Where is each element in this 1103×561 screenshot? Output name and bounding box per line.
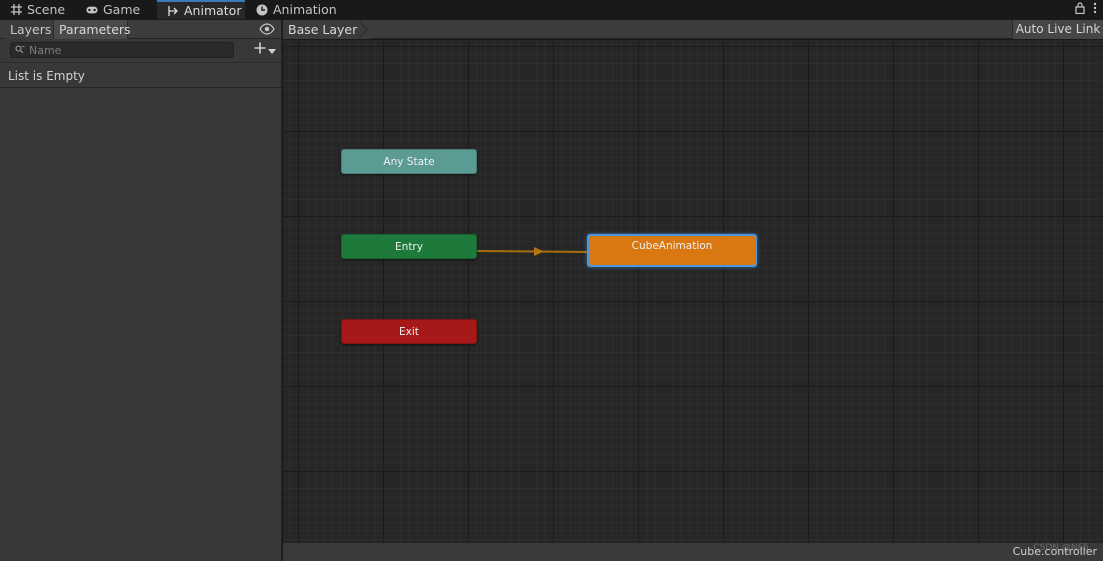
state-label: Any State [383, 155, 435, 168]
state-node-entry[interactable]: Entry [341, 234, 477, 259]
divider [0, 62, 281, 63]
gamepad-icon [86, 4, 98, 16]
add-parameter-button[interactable] [251, 42, 279, 58]
tab-parameters[interactable]: Parameters [54, 20, 131, 39]
animator-icon [167, 5, 179, 17]
state-label: Exit [399, 325, 419, 338]
chevron-down-icon [268, 42, 276, 58]
state-label: Entry [395, 240, 423, 253]
tab-label: Game [103, 2, 141, 17]
search-field[interactable] [10, 42, 234, 58]
left-panel: Layers Parameters List [0, 20, 282, 561]
animator-window: Scene Game Animator Animation Layers Par… [0, 0, 1103, 561]
clock-icon [256, 4, 268, 16]
panel-toolbar: Layers Parameters [0, 20, 281, 39]
grid-icon [10, 4, 22, 16]
plus-icon [254, 42, 266, 58]
controller-asset-label: Cube.controller [1012, 545, 1097, 558]
status-bar: CSDN @NE5 Cube.controller [283, 542, 1103, 561]
search-input[interactable] [29, 43, 229, 57]
auto-live-link-button[interactable]: Auto Live Link [1012, 20, 1103, 39]
tab-scene[interactable]: Scene [0, 0, 78, 19]
breadcrumb-arrow-icon [359, 20, 368, 39]
state-label: CubeAnimation [631, 240, 713, 252]
search-icon [15, 43, 25, 57]
state-node-cubeanimation[interactable]: CubeAnimation [587, 234, 757, 267]
state-node-exit[interactable]: Exit [341, 319, 477, 344]
empty-list-message: List is Empty [0, 64, 281, 88]
window-controls [1075, 1, 1097, 18]
tab-animator[interactable]: Animator [157, 0, 245, 19]
tab-label: Animator [184, 3, 242, 18]
kebab-menu-icon[interactable] [1093, 2, 1097, 17]
lock-icon[interactable] [1075, 2, 1085, 17]
window-tab-bar: Scene Game Animator Animation [0, 0, 1103, 19]
tab-label: Animation [273, 2, 337, 17]
tab-game[interactable]: Game [76, 0, 156, 19]
transition-entry-to-cubeanimation[interactable] [283, 40, 1103, 542]
tab-layers[interactable]: Layers [5, 20, 54, 39]
parameter-search-row [0, 40, 281, 60]
state-node-any-state[interactable]: Any State [341, 149, 477, 174]
eye-icon[interactable] [259, 23, 275, 35]
tab-animation[interactable]: Animation [246, 0, 346, 19]
state-machine-graph[interactable]: Any State Entry Exit CubeAnimation [283, 40, 1103, 542]
tab-label: Scene [27, 2, 66, 17]
graph-header: Base Layer Auto Live Link [283, 20, 1103, 39]
